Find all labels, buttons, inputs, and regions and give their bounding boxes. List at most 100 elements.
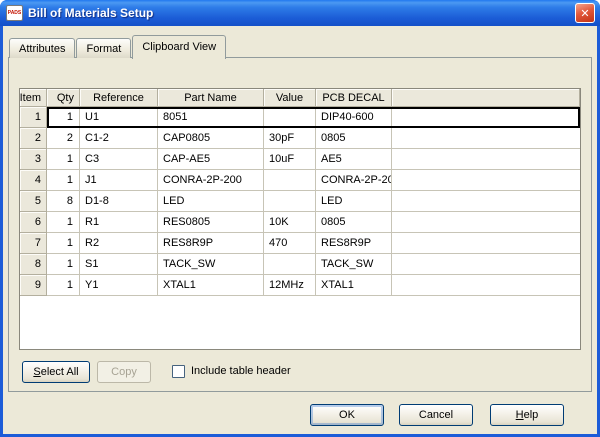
table-cell[interactable]: 1 [47,107,80,128]
table-cell[interactable]: 1 [47,212,80,233]
table-cell[interactable]: S1 [80,254,158,275]
table-cell[interactable]: 30pF [264,128,316,149]
table-cell[interactable] [392,233,580,254]
table-cell[interactable]: RES0805 [158,212,264,233]
row-header-cell[interactable]: 8 [20,254,47,275]
table-cell[interactable]: 10K [264,212,316,233]
table-cell[interactable]: 1 [47,233,80,254]
table-cell[interactable]: C1-2 [80,128,158,149]
table-cell[interactable] [264,107,316,128]
table-cell[interactable]: 0805 [316,128,392,149]
table-cell[interactable]: 0805 [316,212,392,233]
tab-format[interactable]: Format [76,38,131,58]
table-row[interactable]: 81S1TACK_SWTACK_SW [20,254,580,275]
table-cell[interactable]: LED [316,191,392,212]
table-row[interactable]: 58D1-8LEDLED [20,191,580,212]
row-cells[interactable]: 1R1RES080510K0805 [47,212,580,233]
table-cell[interactable] [392,170,580,191]
table-row[interactable]: 61R1RES080510K0805 [20,212,580,233]
table-cell[interactable] [392,191,580,212]
table-cell[interactable]: D1-8 [80,191,158,212]
table-cell[interactable] [392,254,580,275]
table-cell[interactable]: XTAL1 [158,275,264,296]
table-cell[interactable]: 1 [47,170,80,191]
row-header-cell[interactable]: 4 [20,170,47,191]
table-cell[interactable]: LED [158,191,264,212]
table-cell[interactable]: CONRA-2P-200 [316,170,392,191]
table-row[interactable]: 71R2RES8R9P470RES8R9P [20,233,580,254]
table-cell[interactable]: TACK_SW [158,254,264,275]
help-button[interactable]: Help [490,404,564,426]
table-cell[interactable]: 8 [47,191,80,212]
table-cell[interactable]: CAP0805 [158,128,264,149]
row-cells[interactable]: 1R2RES8R9P470RES8R9P [47,233,580,254]
row-header-cell[interactable]: 1 [20,107,47,128]
select-all-button[interactable]: Select All [22,361,90,383]
table-row[interactable]: 11U18051DIP40-600 [20,107,580,128]
copy-button[interactable]: Copy [97,361,151,383]
table-cell[interactable] [264,254,316,275]
table-cell[interactable]: CAP-AE5 [158,149,264,170]
row-cells[interactable]: 1J1CONRA-2P-200CONRA-2P-200 [47,170,580,191]
row-header-cell[interactable]: 7 [20,233,47,254]
row-cells[interactable]: 1Y1XTAL112MHzXTAL1 [47,275,580,296]
table-cell[interactable]: 8051 [158,107,264,128]
table-cell[interactable]: RES8R9P [158,233,264,254]
row-header-cell[interactable]: 6 [20,212,47,233]
table-cell[interactable]: R1 [80,212,158,233]
table-row[interactable]: 41J1CONRA-2P-200CONRA-2P-200 [20,170,580,191]
cancel-button[interactable]: Cancel [399,404,473,426]
row-header-cell[interactable]: 9 [20,275,47,296]
table-cell[interactable]: CONRA-2P-200 [158,170,264,191]
row-header-cell[interactable]: 2 [20,128,47,149]
table-cell[interactable]: 1 [47,254,80,275]
table-cell[interactable] [392,128,580,149]
row-header-cell[interactable]: 3 [20,149,47,170]
table-row[interactable]: 31C3CAP-AE510uFAE5 [20,149,580,170]
table-row[interactable]: 22C1-2CAP080530pF0805 [20,128,580,149]
table-cell[interactable] [392,107,580,128]
table-cell[interactable]: 2 [47,128,80,149]
column-header-filler [392,89,580,107]
table-cell[interactable] [392,212,580,233]
tab-strip: Attributes Format Clipboard View [9,34,227,58]
table-cell[interactable] [264,191,316,212]
table-cell[interactable]: R2 [80,233,158,254]
table-cell[interactable]: 470 [264,233,316,254]
table-row[interactable]: 91Y1XTAL112MHzXTAL1 [20,275,580,296]
table-cell[interactable]: Y1 [80,275,158,296]
table-cell[interactable]: U1 [80,107,158,128]
tab-clipboard-view[interactable]: Clipboard View [132,35,226,59]
column-header-value: Value [264,89,316,107]
dialog-body: Attributes Format Clipboard View ItemQty… [3,26,597,434]
table-cell[interactable]: J1 [80,170,158,191]
table-cell[interactable]: DIP40-600 [316,107,392,128]
row-cells[interactable]: 2C1-2CAP080530pF0805 [47,128,580,149]
table-cell[interactable]: TACK_SW [316,254,392,275]
include-table-header-checkbox[interactable] [172,365,185,378]
table-cell[interactable]: RES8R9P [316,233,392,254]
table-header: ItemQtyReferencePart NameValuePCB DECAL [20,89,580,107]
titlebar[interactable]: PADS Bill of Materials Setup ✕ [0,0,600,26]
row-cells[interactable]: 1S1TACK_SWTACK_SW [47,254,580,275]
table-cell[interactable]: XTAL1 [316,275,392,296]
bom-table: ItemQtyReferencePart NameValuePCB DECAL … [19,88,581,350]
ok-button[interactable]: OK [310,404,384,426]
table-cell[interactable]: AE5 [316,149,392,170]
app-icon: PADS [6,5,23,21]
table-cell[interactable]: C3 [80,149,158,170]
row-cells[interactable]: 1C3CAP-AE510uFAE5 [47,149,580,170]
table-cell[interactable]: 10uF [264,149,316,170]
selected-row-cells[interactable]: 1U18051 DIP40-600 [47,107,580,128]
close-button[interactable]: ✕ [575,3,595,23]
table-cell[interactable]: 12MHz [264,275,316,296]
table-cell[interactable] [392,149,580,170]
table-cell[interactable]: 1 [47,275,80,296]
table-cell[interactable] [264,170,316,191]
table-cell[interactable]: 1 [47,149,80,170]
row-header-cell[interactable]: 5 [20,191,47,212]
row-cells[interactable]: 8D1-8LEDLED [47,191,580,212]
column-header-reference: Reference [80,89,158,107]
tab-attributes[interactable]: Attributes [9,38,75,58]
table-cell[interactable] [392,275,580,296]
